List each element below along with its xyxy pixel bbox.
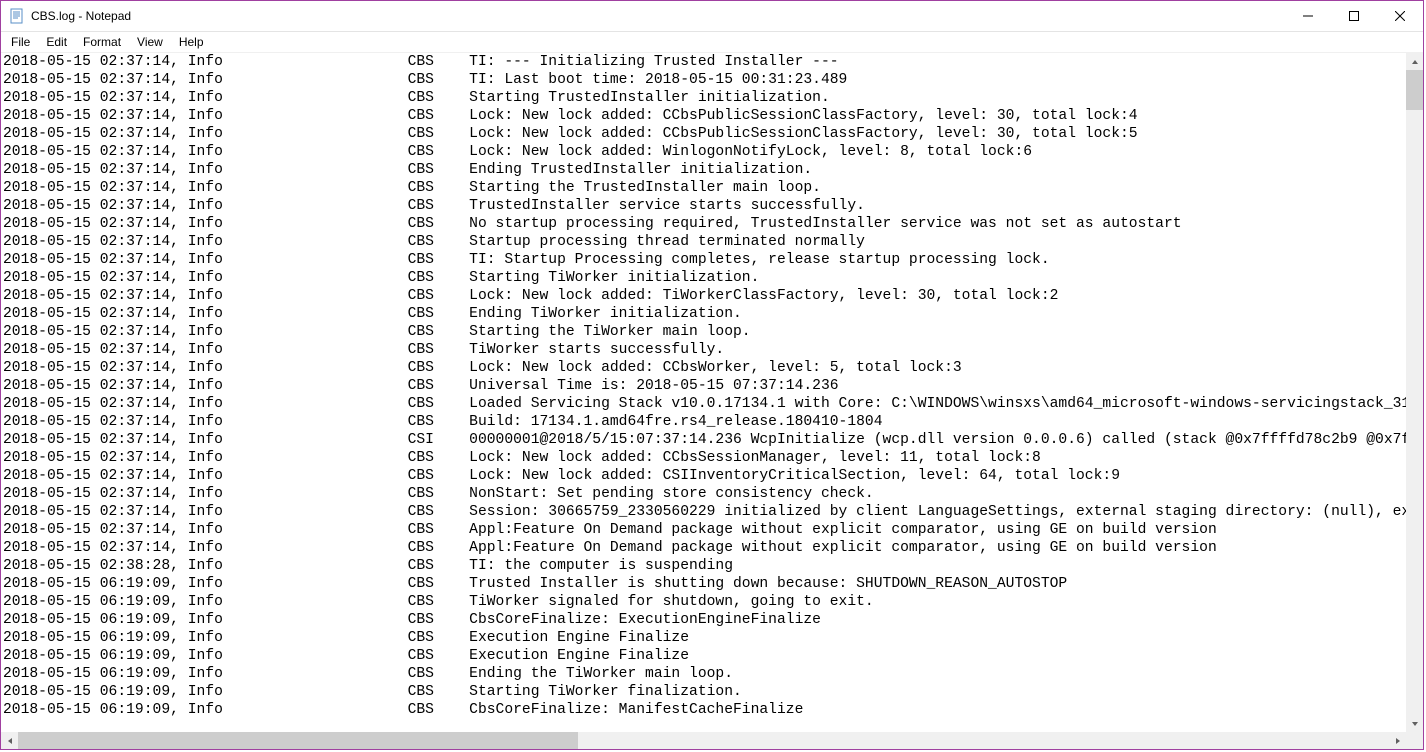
scrollbar-corner <box>1406 732 1423 749</box>
vertical-scroll-thumb[interactable] <box>1406 70 1423 110</box>
horizontal-scroll-track[interactable] <box>18 732 1389 749</box>
horizontal-scrollbar[interactable] <box>1 732 1406 749</box>
menu-view[interactable]: View <box>129 34 171 50</box>
editor-area: 2018-05-15 02:37:14, Info CBS TI: --- In… <box>1 52 1423 749</box>
scroll-up-button[interactable] <box>1406 53 1423 70</box>
notepad-app-icon <box>9 8 25 24</box>
window-title: CBS.log - Notepad <box>31 9 131 23</box>
menu-format[interactable]: Format <box>75 34 129 50</box>
vertical-scroll-track[interactable] <box>1406 70 1423 715</box>
scroll-right-button[interactable] <box>1389 732 1406 749</box>
maximize-button[interactable] <box>1331 1 1377 31</box>
minimize-button[interactable] <box>1285 1 1331 31</box>
vertical-scrollbar[interactable] <box>1406 53 1423 732</box>
menubar: File Edit Format View Help <box>1 32 1423 52</box>
menu-help[interactable]: Help <box>171 34 212 50</box>
close-button[interactable] <box>1377 1 1423 31</box>
horizontal-scroll-thumb[interactable] <box>18 732 578 749</box>
menu-file[interactable]: File <box>3 34 38 50</box>
scroll-left-button[interactable] <box>1 732 18 749</box>
notepad-window: CBS.log - Notepad File Edit Format View … <box>0 0 1424 750</box>
menu-edit[interactable]: Edit <box>38 34 75 50</box>
titlebar[interactable]: CBS.log - Notepad <box>1 1 1423 32</box>
text-editor[interactable]: 2018-05-15 02:37:14, Info CBS TI: --- In… <box>1 53 1406 732</box>
scroll-down-button[interactable] <box>1406 715 1423 732</box>
window-controls <box>1285 1 1423 31</box>
